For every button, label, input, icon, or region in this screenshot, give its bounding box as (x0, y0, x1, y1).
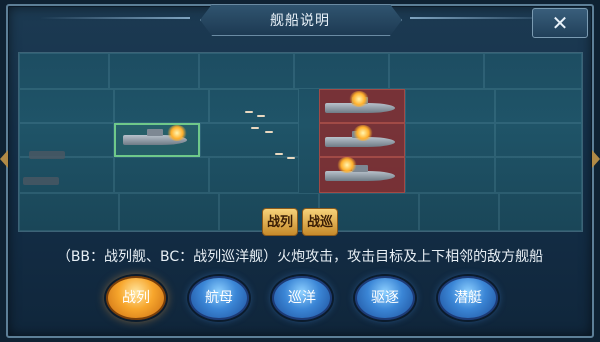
grid-cell (19, 53, 109, 89)
grid-cell (109, 53, 199, 89)
ship-type-label-bb: 战列 (262, 208, 298, 236)
grid-cell (19, 193, 119, 231)
grid-cell (419, 193, 499, 231)
explosion (337, 157, 357, 173)
shell (257, 115, 265, 117)
tab-destroyer[interactable]: 驱逐 (355, 276, 415, 320)
grid-cell (200, 123, 299, 157)
dialog-title: 舰船说明 (270, 13, 330, 29)
grid-cell (114, 157, 209, 193)
grid-cell (209, 89, 299, 123)
grid-cell (209, 157, 299, 193)
muzzle-flash (167, 125, 187, 141)
grid-cell (484, 53, 582, 89)
shell (265, 131, 273, 133)
battle-grid-demo (18, 52, 583, 232)
grid-cell (114, 89, 209, 123)
shell (287, 157, 295, 159)
grid-cell (495, 89, 582, 123)
grid-cell (119, 193, 219, 231)
close-icon: ✕ (551, 11, 569, 35)
chevron-left-icon[interactable] (0, 150, 8, 168)
grid-cell (499, 193, 582, 231)
tab-carrier[interactable]: 航母 (189, 276, 249, 320)
grid-cell (294, 53, 389, 89)
grid-cell (19, 157, 114, 193)
shell (275, 153, 283, 155)
ship-type-label-bc: 战巡 (302, 208, 338, 236)
shell (245, 111, 253, 113)
tab-cruiser[interactable]: 巡洋 (272, 276, 332, 320)
grid-cell (405, 157, 495, 193)
explosion (353, 125, 373, 141)
grid-cell (495, 157, 582, 193)
grid-cell (405, 123, 495, 157)
ship-type-tabs: 战列 航母 巡洋 驱逐 潜艇 (0, 276, 600, 326)
tab-battleship[interactable]: 战列 (106, 276, 166, 320)
close-button[interactable]: ✕ (532, 8, 588, 38)
explosion (349, 91, 369, 107)
enemy-ship (325, 165, 395, 181)
grid-cell (495, 123, 582, 157)
grid-cell (199, 53, 294, 89)
ship-description: （BB：战列舰、BC：战列巡洋舰）火炮攻击，攻击目标及上下相邻的敌方舰船 (56, 249, 544, 265)
title-decoration-left (40, 17, 190, 19)
wreckage (29, 151, 65, 159)
chevron-right-icon[interactable] (592, 150, 600, 168)
tab-submarine[interactable]: 潜艇 (438, 276, 498, 320)
grid-cell (405, 89, 495, 123)
shell (251, 127, 259, 129)
wreckage (23, 177, 59, 185)
grid-cell (389, 53, 484, 89)
grid-cell (19, 89, 114, 123)
